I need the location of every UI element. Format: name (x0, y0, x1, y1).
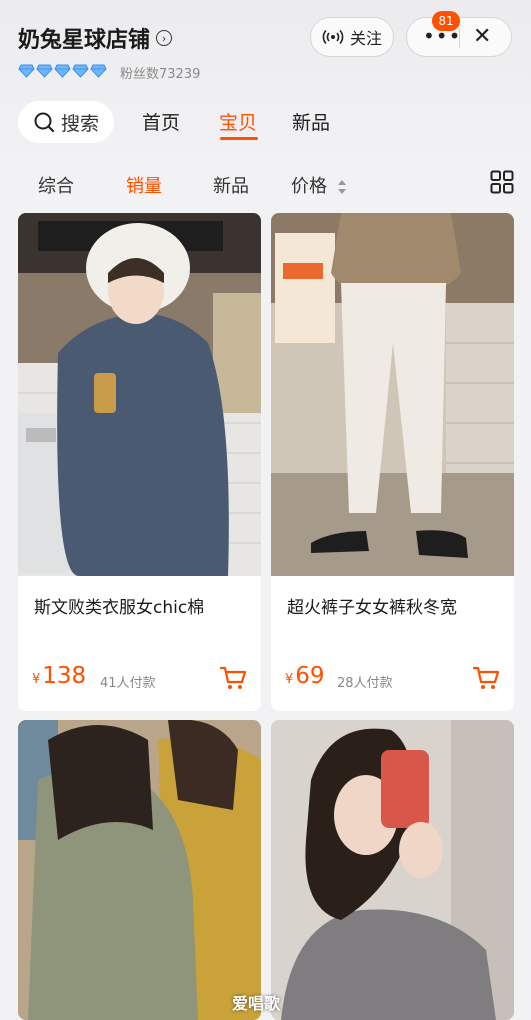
product-image (18, 213, 261, 576)
currency-symbol: ¥ (32, 672, 41, 687)
diamond-icon (54, 64, 71, 78)
product-image (271, 720, 514, 1020)
more-icon[interactable]: ••• (423, 26, 461, 46)
sort-comprehensive[interactable]: 综合 (38, 172, 74, 198)
sort-arrows-icon (337, 180, 346, 194)
product-image (18, 720, 261, 1020)
sold-count: 28人付款 (337, 676, 393, 691)
message-badge: 81 (432, 11, 460, 31)
shop-name[interactable]: 奶兔星球店铺 › (18, 22, 173, 54)
product-price: ¥ 69 (285, 663, 325, 689)
active-tab-indicator (220, 137, 258, 140)
sold-count: 41人付款 (100, 676, 156, 691)
search-label: 搜索 (60, 112, 99, 135)
product-card[interactable]: 超火裤子女女裤秋冬宽 ¥ 69 28人付款 (271, 213, 514, 711)
broadcast-icon (322, 29, 344, 45)
product-title: 斯文败类衣服女chic棉 (34, 598, 205, 618)
close-icon[interactable]: ✕ (473, 24, 491, 49)
diamond-icon (72, 64, 89, 78)
follow-button[interactable]: 关注 (310, 17, 394, 57)
sort-price-label: 价格 (291, 176, 327, 197)
watermark: 爱唱歌 (232, 994, 281, 1013)
product-title: 超火裤子女女裤秋冬宽 (287, 598, 457, 618)
currency-symbol: ¥ (285, 672, 294, 687)
diamond-icon (18, 64, 35, 78)
cart-icon[interactable] (472, 665, 500, 691)
tab-home[interactable]: 首页 (142, 108, 180, 135)
cart-icon[interactable] (219, 665, 247, 691)
product-card[interactable] (271, 720, 514, 1020)
chevron-right-icon: › (156, 30, 173, 46)
price-value: 69 (295, 663, 325, 689)
diamond-icon (90, 64, 107, 78)
fans-count: 粉丝数73239 (120, 67, 201, 82)
grid-view-icon[interactable] (490, 170, 514, 194)
product-card[interactable]: 斯文败类衣服女chic棉 ¥ 138 41人付款 (18, 213, 261, 711)
capsule-divider (459, 28, 460, 48)
search-icon (34, 112, 55, 133)
tab-new-arrivals[interactable]: 新品 (292, 108, 330, 135)
product-card[interactable] (18, 720, 261, 1020)
shop-name-text: 奶兔星球店铺 (18, 28, 151, 53)
price-value: 138 (42, 663, 87, 689)
sort-new[interactable]: 新品 (213, 172, 249, 198)
shop-level-diamonds (18, 64, 107, 78)
sort-sales[interactable]: 销量 (126, 172, 162, 198)
diamond-icon (36, 64, 53, 78)
product-price: ¥ 138 (32, 663, 86, 689)
sort-price[interactable]: 价格 (291, 172, 347, 198)
search-button[interactable]: 搜索 (18, 101, 114, 143)
tab-products[interactable]: 宝贝 (219, 108, 257, 135)
follow-label: 关注 (349, 29, 382, 48)
product-image (271, 213, 514, 576)
